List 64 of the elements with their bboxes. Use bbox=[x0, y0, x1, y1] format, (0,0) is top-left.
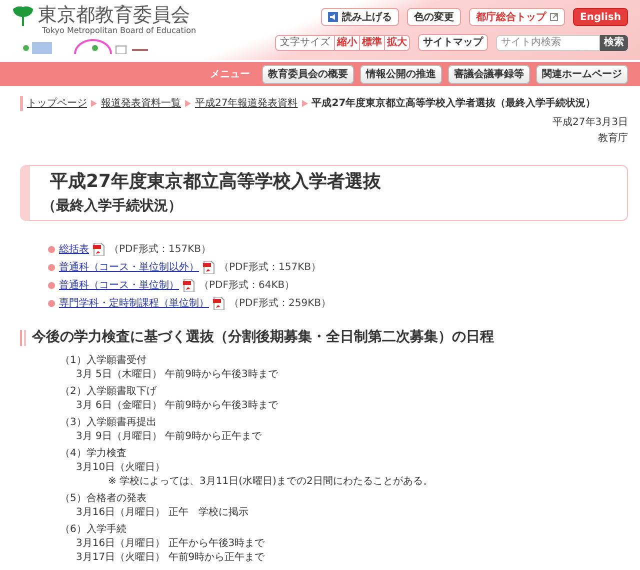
site-title: 東京都教育委員会 bbox=[38, 6, 190, 24]
schedule-time: 3月17日（火曜日） 午前9時から正午まで bbox=[75, 551, 266, 565]
header-button[interactable]: 読み上げる bbox=[320, 8, 399, 26]
font-size-button[interactable]: 拡大 bbox=[384, 35, 409, 50]
schedule-item-label: （4）学力検査 bbox=[60, 447, 128, 461]
section-heading: 今後の学力検査に基づく選抜（分割後期募集・全日制第二次募集）の日程 bbox=[32, 328, 494, 347]
font-size-label: 文字サイズ bbox=[279, 36, 331, 50]
document-link[interactable]: 普通科（コース・単位制） bbox=[59, 278, 179, 292]
search-button[interactable]: 検索 bbox=[600, 34, 628, 50]
external-link-icon bbox=[550, 13, 558, 21]
breadcrumb-current: 平成27年度東京都立高等学校入学者選抜（最終入学手続状況） bbox=[312, 96, 596, 111]
schedule-item-label: （1）入学願書受付 bbox=[60, 354, 148, 368]
breadcrumb-arrow-icon bbox=[302, 100, 308, 107]
pdf-icon bbox=[183, 278, 195, 292]
header-button[interactable]: English bbox=[572, 8, 628, 26]
bullet-icon bbox=[48, 264, 55, 270]
heading-marker-icon bbox=[20, 330, 28, 346]
document-link[interactable]: 普通科（コース・単位制以外） bbox=[59, 260, 199, 274]
schedule-time: 3月 9日（月曜日） 午前9時から正午まで bbox=[75, 430, 262, 444]
schedule-item-label: （2）入学願書取下げ bbox=[60, 385, 158, 399]
menu-button[interactable]: 審議会議事録等 bbox=[448, 64, 530, 84]
menu-button[interactable]: 教育委員会の概要 bbox=[262, 64, 354, 84]
file-format: （PDF形式：259KB） bbox=[229, 296, 331, 310]
search-field[interactable]: サイト内検索 bbox=[496, 34, 600, 50]
sitemap-button[interactable]: サイトマップ bbox=[418, 34, 488, 51]
bullet-icon bbox=[48, 282, 55, 288]
page-subtitle: （最終入学手続状況） bbox=[42, 198, 183, 215]
breadcrumb-arrow-icon bbox=[91, 100, 97, 107]
pdf-icon bbox=[203, 260, 215, 274]
header-button[interactable]: 都庁総合トップ bbox=[468, 8, 565, 26]
bullet-icon bbox=[48, 300, 55, 306]
font-size-button[interactable]: 標準 bbox=[359, 35, 384, 50]
menu-button[interactable]: 関連ホームページ bbox=[536, 64, 628, 84]
breadcrumb-link[interactable]: 報道発表資料一覧 bbox=[101, 96, 181, 111]
menu-label: メニュー bbox=[210, 68, 250, 82]
ginkgo-leaf-icon bbox=[12, 4, 34, 26]
schedule-time: 3月16日（月曜日） 正午から午後3時まで bbox=[75, 537, 266, 551]
file-format: （PDF形式：64KB） bbox=[199, 278, 295, 292]
schedule-item-label: （5）合格者の発表 bbox=[60, 492, 148, 506]
header-button[interactable]: 色の変更 bbox=[406, 8, 461, 26]
schedule-time: 3月 5日（木曜日） 午前9時から午後3時まで bbox=[75, 368, 279, 382]
breadcrumb-link[interactable]: トップページ bbox=[27, 96, 87, 111]
schedule-time: 3月 6日（金曜日） 午前9時から午後3時まで bbox=[75, 399, 279, 413]
pdf-icon bbox=[93, 242, 105, 256]
schedule-time: 3月16日（月曜日） 正午 学校に掲示 bbox=[75, 506, 250, 520]
schedule-item-label: （3）入学願書再提出 bbox=[60, 416, 158, 430]
pdf-icon bbox=[213, 296, 225, 310]
document-link[interactable]: 専門学科・定時制課程（単位制） bbox=[59, 296, 209, 310]
site-subtitle: Tokyo Metropolitan Board of Education bbox=[41, 26, 196, 36]
issuer: 教育庁 bbox=[598, 132, 628, 146]
speaker-icon bbox=[328, 12, 338, 22]
document-link[interactable]: 総括表 bbox=[59, 242, 89, 256]
schedule-item-label: （6）入学手続 bbox=[60, 523, 128, 537]
breadcrumb-link[interactable]: 平成27年報道発表資料 bbox=[195, 96, 298, 111]
schedule-note: ※ 学校によっては、3月11日(水曜日)までの2日間にわたることがある。 bbox=[107, 475, 434, 489]
font-size-button[interactable]: 縮小 bbox=[334, 35, 359, 50]
release-date: 平成27年3月3日 bbox=[552, 116, 628, 130]
page-title: 平成27年度東京都立高等学校入学者選抜 bbox=[50, 171, 382, 194]
schedule-time: 3月10日（火曜日） bbox=[75, 461, 166, 475]
menu-button[interactable]: 情報公開の推進 bbox=[360, 64, 442, 84]
bullet-icon bbox=[48, 246, 55, 252]
file-format: （PDF形式：157KB） bbox=[219, 260, 321, 274]
file-format: （PDF形式：157KB） bbox=[109, 242, 211, 256]
breadcrumb-arrow-icon bbox=[185, 100, 191, 107]
